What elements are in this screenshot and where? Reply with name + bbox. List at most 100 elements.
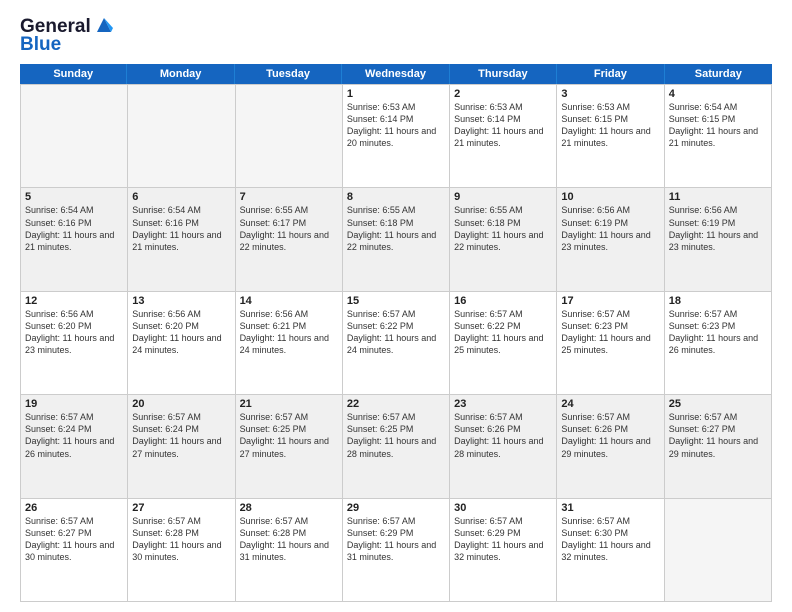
cell-info: Sunrise: 6:57 AM Sunset: 6:27 PM Dayligh…	[669, 411, 767, 460]
day-number: 28	[240, 502, 338, 514]
cal-cell	[21, 85, 128, 188]
cal-cell: 1Sunrise: 6:53 AM Sunset: 6:14 PM Daylig…	[343, 85, 450, 188]
day-number: 10	[561, 191, 659, 203]
day-number: 14	[240, 295, 338, 307]
cal-cell: 6Sunrise: 6:54 AM Sunset: 6:16 PM Daylig…	[128, 188, 235, 291]
cal-cell: 23Sunrise: 6:57 AM Sunset: 6:26 PM Dayli…	[450, 395, 557, 498]
cal-cell: 16Sunrise: 6:57 AM Sunset: 6:22 PM Dayli…	[450, 292, 557, 395]
day-number: 25	[669, 398, 767, 410]
day-number: 11	[669, 191, 767, 203]
day-number: 19	[25, 398, 123, 410]
day-number: 22	[347, 398, 445, 410]
cell-info: Sunrise: 6:57 AM Sunset: 6:22 PM Dayligh…	[454, 308, 552, 357]
day-number: 1	[347, 88, 445, 100]
week-row-3: 12Sunrise: 6:56 AM Sunset: 6:20 PM Dayli…	[21, 292, 772, 395]
logo-icon	[93, 14, 115, 36]
day-number: 6	[132, 191, 230, 203]
cell-info: Sunrise: 6:57 AM Sunset: 6:25 PM Dayligh…	[347, 411, 445, 460]
cell-info: Sunrise: 6:54 AM Sunset: 6:15 PM Dayligh…	[669, 101, 767, 150]
cell-info: Sunrise: 6:57 AM Sunset: 6:26 PM Dayligh…	[561, 411, 659, 460]
week-row-2: 5 Sunrise: 6:54 AM Sunset: 6:16 PM Daylig…	[21, 188, 772, 291]
day-number: 16	[454, 295, 552, 307]
cell-info: Sunrise: 6:57 AM Sunset: 6:22 PM Dayligh…	[347, 308, 445, 357]
calendar-body: 1 Sunrise: 6:53 AM Sunset: 6:14 PM Daylig…	[20, 84, 772, 602]
day-number: 9	[454, 191, 552, 203]
cal-cell: 30Sunrise: 6:57 AM Sunset: 6:29 PM Dayli…	[450, 499, 557, 602]
cell-info: Sunrise: 6:57 AM Sunset: 6:24 PM Dayligh…	[132, 411, 230, 460]
day-number: 20	[132, 398, 230, 410]
cell-info: Sunrise: 6:57 AM Sunset: 6:25 PM Dayligh…	[240, 411, 338, 460]
day-number: 8	[347, 191, 445, 203]
cell-info: Sunrise: 6:57 AM Sunset: 6:23 PM Dayligh…	[561, 308, 659, 357]
cal-cell: 7Sunrise: 6:55 AM Sunset: 6:17 PM Daylig…	[236, 188, 343, 291]
cal-cell: 4Sunrise: 6:54 AM Sunset: 6:15 PM Daylig…	[665, 85, 772, 188]
day-number: 17	[561, 295, 659, 307]
cell-info: Sunrise: 6:55 AM Sunset: 6:17 PM Dayligh…	[240, 204, 338, 253]
cal-cell: 19Sunrise: 6:57 AM Sunset: 6:24 PM Dayli…	[21, 395, 128, 498]
cal-cell: 14Sunrise: 6:56 AM Sunset: 6:21 PM Dayli…	[236, 292, 343, 395]
cal-cell: 20Sunrise: 6:57 AM Sunset: 6:24 PM Dayli…	[128, 395, 235, 498]
calendar: SundayMondayTuesdayWednesdayThursdayFrid…	[20, 64, 772, 602]
day-number: 29	[347, 502, 445, 514]
cal-cell	[236, 85, 343, 188]
day-number: 3	[561, 88, 659, 100]
cell-info: Sunrise: 6:54 AM Sunset: 6:16 PM Dayligh…	[132, 204, 230, 253]
cell-info: Sunrise: 6:53 AM Sunset: 6:15 PM Dayligh…	[561, 101, 659, 150]
day-number: 15	[347, 295, 445, 307]
cal-cell: 22Sunrise: 6:57 AM Sunset: 6:25 PM Dayli…	[343, 395, 450, 498]
cell-info: Sunrise: 6:57 AM Sunset: 6:27 PM Dayligh…	[25, 515, 123, 564]
cell-info: Sunrise: 6:57 AM Sunset: 6:24 PM Dayligh…	[25, 411, 123, 460]
day-number: 4	[669, 88, 767, 100]
page: General Blue SundayMondayTuesdayWednesda…	[0, 0, 792, 612]
weekday-header-saturday: Saturday	[665, 64, 772, 84]
day-number: 7	[240, 191, 338, 203]
cell-info: Sunrise: 6:57 AM Sunset: 6:26 PM Dayligh…	[454, 411, 552, 460]
cal-cell: 29Sunrise: 6:57 AM Sunset: 6:29 PM Dayli…	[343, 499, 450, 602]
week-row-5: 26Sunrise: 6:57 AM Sunset: 6:27 PM Dayli…	[21, 499, 772, 602]
weekday-header-wednesday: Wednesday	[342, 64, 449, 84]
cal-cell	[128, 85, 235, 188]
cell-info: Sunrise: 6:55 AM Sunset: 6:18 PM Dayligh…	[347, 204, 445, 253]
cal-cell: 12Sunrise: 6:56 AM Sunset: 6:20 PM Dayli…	[21, 292, 128, 395]
week-row-4: 19Sunrise: 6:57 AM Sunset: 6:24 PM Dayli…	[21, 395, 772, 498]
day-number: 27	[132, 502, 230, 514]
cal-cell: 21Sunrise: 6:57 AM Sunset: 6:25 PM Dayli…	[236, 395, 343, 498]
cal-cell: 25Sunrise: 6:57 AM Sunset: 6:27 PM Dayli…	[665, 395, 772, 498]
cal-cell: 10Sunrise: 6:56 AM Sunset: 6:19 PM Dayli…	[557, 188, 664, 291]
cal-cell: 8Sunrise: 6:55 AM Sunset: 6:18 PM Daylig…	[343, 188, 450, 291]
cell-info: Sunrise: 6:53 AM Sunset: 6:14 PM Dayligh…	[454, 101, 552, 150]
weekday-header-monday: Monday	[127, 64, 234, 84]
day-number: 30	[454, 502, 552, 514]
day-number: 31	[561, 502, 659, 514]
cell-info: Sunrise: 6:56 AM Sunset: 6:20 PM Dayligh…	[132, 308, 230, 357]
cell-info: Sunrise: 6:57 AM Sunset: 6:29 PM Dayligh…	[347, 515, 445, 564]
week-row-1: 1 Sunrise: 6:53 AM Sunset: 6:14 PM Daylig…	[21, 85, 772, 188]
day-number: 23	[454, 398, 552, 410]
cal-cell: 31Sunrise: 6:57 AM Sunset: 6:30 PM Dayli…	[557, 499, 664, 602]
cal-cell: 27Sunrise: 6:57 AM Sunset: 6:28 PM Dayli…	[128, 499, 235, 602]
cal-cell: 9Sunrise: 6:55 AM Sunset: 6:18 PM Daylig…	[450, 188, 557, 291]
day-number: 2	[454, 88, 552, 100]
day-number: 26	[25, 502, 123, 514]
day-number: 5	[25, 191, 123, 203]
cal-cell: 3Sunrise: 6:53 AM Sunset: 6:15 PM Daylig…	[557, 85, 664, 188]
cal-cell: 13Sunrise: 6:56 AM Sunset: 6:20 PM Dayli…	[128, 292, 235, 395]
weekday-header-thursday: Thursday	[450, 64, 557, 84]
cell-info: Sunrise: 6:57 AM Sunset: 6:28 PM Dayligh…	[132, 515, 230, 564]
cal-cell: 2Sunrise: 6:53 AM Sunset: 6:14 PM Daylig…	[450, 85, 557, 188]
cal-cell: 26Sunrise: 6:57 AM Sunset: 6:27 PM Dayli…	[21, 499, 128, 602]
cell-info: Sunrise: 6:57 AM Sunset: 6:29 PM Dayligh…	[454, 515, 552, 564]
cell-info: Sunrise: 6:56 AM Sunset: 6:20 PM Dayligh…	[25, 308, 123, 357]
cell-info: Sunrise: 6:56 AM Sunset: 6:19 PM Dayligh…	[669, 204, 767, 253]
day-number: 18	[669, 295, 767, 307]
weekday-header-friday: Friday	[557, 64, 664, 84]
cal-cell: 24Sunrise: 6:57 AM Sunset: 6:26 PM Dayli…	[557, 395, 664, 498]
cell-info: Sunrise: 6:57 AM Sunset: 6:23 PM Dayligh…	[669, 308, 767, 357]
header: General Blue	[20, 16, 772, 56]
weekday-header-tuesday: Tuesday	[235, 64, 342, 84]
cell-info: Sunrise: 6:56 AM Sunset: 6:21 PM Dayligh…	[240, 308, 338, 357]
cal-cell: 18Sunrise: 6:57 AM Sunset: 6:23 PM Dayli…	[665, 292, 772, 395]
cell-info: Sunrise: 6:56 AM Sunset: 6:19 PM Dayligh…	[561, 204, 659, 253]
calendar-header: SundayMondayTuesdayWednesdayThursdayFrid…	[20, 64, 772, 84]
cal-cell: 11Sunrise: 6:56 AM Sunset: 6:19 PM Dayli…	[665, 188, 772, 291]
